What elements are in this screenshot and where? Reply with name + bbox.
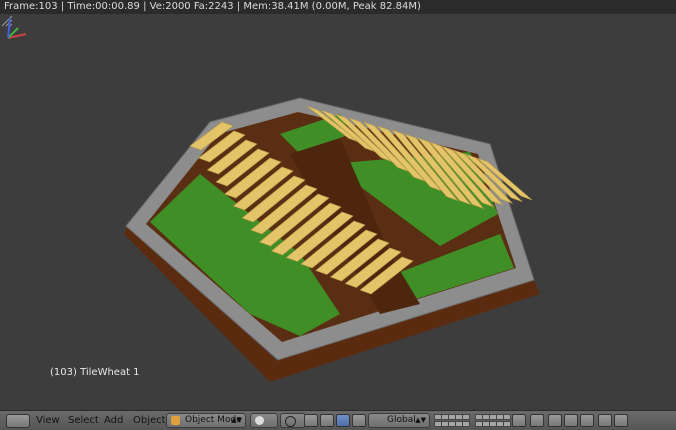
menu-view[interactable]: View (36, 414, 60, 428)
active-object-label: (103) TileWheat 1 (50, 367, 140, 378)
rotate-manipulator-icon[interactable] (336, 414, 350, 427)
object-mode-icon (171, 416, 180, 425)
3d-viewport[interactable]: (103) TileWheat 1 (0, 14, 676, 410)
info-bar: Frame:103 | Time:00:00.89 | Ve:2000 Fa:2… (0, 0, 676, 14)
transform-orientation-dropdown[interactable]: Global ▲▼ (368, 413, 430, 428)
pivot-icon (285, 416, 296, 427)
shading-sphere-icon (255, 416, 264, 425)
proportional-edit-icon[interactable] (548, 414, 562, 427)
layer-button[interactable] (503, 421, 511, 427)
layer-button[interactable] (462, 421, 470, 427)
translate-manipulator-icon[interactable] (320, 414, 334, 427)
opengl-anim-icon[interactable] (614, 414, 628, 427)
editor-type-icon[interactable] (6, 414, 30, 428)
manipulator-toggle-icon[interactable] (304, 414, 318, 427)
viewport-shading-dropdown[interactable] (250, 413, 278, 428)
info-bar-stats: Frame:103 | Time:00:00.89 | Ve:2000 Fa:2… (4, 1, 421, 12)
blender-window: Frame:103 | Time:00:00.89 | Ve:2000 Fa:2… (0, 0, 676, 430)
snap-toggle-icon[interactable] (564, 414, 578, 427)
lock-layers-icon[interactable] (512, 414, 526, 427)
axis-gizmo-icon (7, 17, 27, 39)
scene-render (124, 97, 540, 382)
snap-element-icon[interactable] (580, 414, 594, 427)
viewport-header: View Select Add Object Object Mode ▲▼ Gl… (0, 410, 676, 430)
orientation-label: Global (387, 415, 416, 425)
pivot-point-dropdown[interactable] (280, 413, 306, 428)
scale-manipulator-icon[interactable] (352, 414, 366, 427)
layer-button[interactable] (503, 414, 511, 420)
menu-object[interactable]: Object (133, 414, 166, 428)
dropdown-arrow-icon: ▲▼ (231, 416, 242, 424)
dropdown-arrow-icon: ▲▼ (415, 416, 426, 424)
menu-select[interactable]: Select (68, 414, 99, 428)
render-layer-icon[interactable] (530, 414, 544, 427)
mode-dropdown[interactable]: Object Mode ▲▼ (166, 413, 246, 428)
menu-add[interactable]: Add (104, 414, 123, 428)
layer-button[interactable] (462, 414, 470, 420)
opengl-render-icon[interactable] (598, 414, 612, 427)
